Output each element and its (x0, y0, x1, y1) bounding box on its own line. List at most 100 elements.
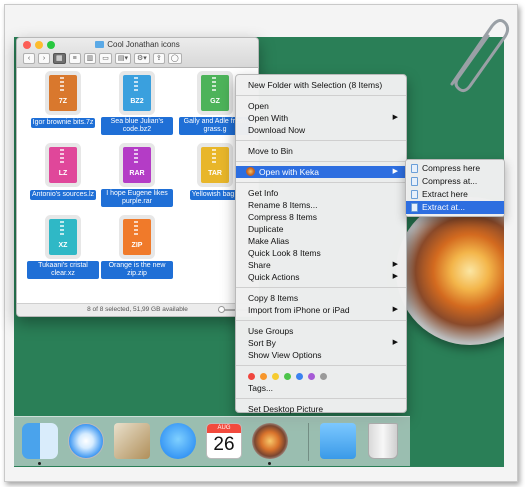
menu-label: Share (248, 260, 271, 270)
menu-item-open-with-keka[interactable]: Open with Keka ▶ (236, 166, 406, 178)
keka-wallpaper-logo (396, 197, 504, 345)
downloads-folder-icon[interactable] (320, 423, 356, 459)
file-item-lz[interactable]: LZ Antonio's sources.lz (27, 147, 99, 201)
safari-icon[interactable] (68, 423, 104, 459)
list-view-button[interactable]: ≡ (68, 53, 81, 64)
trash-icon[interactable] (368, 423, 398, 459)
file-name[interactable]: Igor brownie bits.7z (30, 118, 96, 128)
window-titlebar[interactable]: Cool Jonathan icons ‹ › ▦ ≡ ▥ ▭ ▤▾ ⚙▾ ⇪ … (17, 38, 258, 68)
menu-item-quick-look[interactable]: Quick Look 8 Items (236, 247, 406, 259)
file-ext-label: GZ (210, 98, 220, 105)
menu-item-open-with[interactable]: Open With ▶ (236, 112, 406, 124)
mail-icon[interactable] (114, 423, 150, 459)
submenu-item-compress-here[interactable]: Compress here (406, 162, 504, 175)
archive-file-icon: LZ (49, 147, 77, 183)
tag-purple[interactable] (308, 372, 315, 380)
tag-blue[interactable] (296, 372, 303, 380)
menu-item-make-alias[interactable]: Make Alias (236, 235, 406, 247)
submenu-item-compress-at[interactable]: Compress at... (406, 175, 504, 188)
menu-item-copy[interactable]: Copy 8 Items (236, 292, 406, 304)
action-gear-button[interactable]: ⚙▾ (134, 53, 150, 64)
menu-label: Download Now (248, 125, 306, 135)
gallery-view-button[interactable]: ▭ (99, 53, 112, 64)
forward-button[interactable]: › (38, 53, 50, 64)
finder-window[interactable]: Cool Jonathan icons ‹ › ▦ ≡ ▥ ▭ ▤▾ ⚙▾ ⇪ … (16, 37, 259, 317)
menu-item-move-to-bin[interactable]: Move to Bin (236, 145, 406, 157)
tag-orange[interactable] (260, 372, 267, 380)
submenu-item-extract-here[interactable]: Extract here (406, 188, 504, 201)
submenu-arrow-icon: ▶ (392, 261, 398, 268)
keka-icon[interactable] (252, 423, 288, 465)
menu-item-tags[interactable]: Tags... (236, 382, 406, 394)
messages-icon[interactable] (160, 423, 196, 459)
file-name[interactable]: Tukaani's cristal clear.xz (27, 261, 99, 279)
calendar-day: 26 (213, 434, 235, 455)
tag-red[interactable] (248, 372, 255, 380)
calendar-icon[interactable]: AUG 26 (206, 423, 242, 459)
menu-label: Open (248, 101, 269, 111)
window-title: Cool Jonathan icons (17, 40, 258, 49)
archive-file-icon: XZ (49, 219, 77, 255)
file-item-rar[interactable]: RAR I hope Eugene likes purple.rar (101, 147, 173, 208)
window-title-text: Cool Jonathan icons (107, 40, 180, 49)
menu-item-duplicate[interactable]: Duplicate (236, 223, 406, 235)
file-item-xz[interactable]: XZ Tukaani's cristal clear.xz (27, 219, 99, 280)
tag-button[interactable]: ◯ (167, 53, 182, 64)
menu-item-set-desktop-picture[interactable]: Set Desktop Picture (236, 403, 406, 415)
menu-item-use-groups[interactable]: Use Groups (236, 325, 406, 337)
menu-label: Move to Bin (248, 146, 293, 156)
menu-item-new-folder-with-selection[interactable]: New Folder with Selection (8 Items) (236, 79, 406, 91)
share-button[interactable]: ⇪ (152, 53, 165, 64)
tag-green[interactable] (284, 372, 291, 380)
file-name[interactable]: Yellowish bag.t (189, 190, 241, 200)
menu-separator (236, 182, 406, 183)
file-item-zip[interactable]: ZIP Orange is the new zip.zip (101, 219, 173, 280)
file-name[interactable]: Sea blue Julian's code.bz2 (101, 117, 173, 135)
tag-color-row (236, 370, 406, 382)
menu-item-share[interactable]: Share ▶ (236, 259, 406, 271)
column-view-button[interactable]: ▥ (83, 53, 97, 64)
calendar-month: AUG (207, 424, 241, 433)
menu-item-show-view-options[interactable]: Show View Options (236, 349, 406, 361)
file-name[interactable]: Orange is the new zip.zip (101, 261, 173, 279)
menu-label: Set Desktop Picture (248, 404, 324, 414)
paperclip-icon (450, 19, 510, 93)
menu-label: Copy 8 Items (248, 293, 299, 303)
menu-label: Show View Options (248, 350, 322, 360)
menu-item-rename[interactable]: Rename 8 Items... (236, 199, 406, 211)
menu-item-download-now[interactable]: Download Now (236, 124, 406, 136)
finder-icon[interactable] (22, 423, 58, 465)
file-ext-label: ZIP (131, 242, 143, 249)
tag-yellow[interactable] (272, 372, 279, 380)
menu-separator (236, 161, 406, 162)
file-name[interactable]: Antonio's sources.lz (29, 190, 97, 200)
finder-toolbar: ‹ › ▦ ≡ ▥ ▭ ▤▾ ⚙▾ ⇪ ◯ (23, 53, 182, 64)
icon-view-button[interactable]: ▦ (53, 53, 66, 64)
keka-submenu: Compress here Compress at... Extract her… (405, 159, 505, 217)
file-item-bz2[interactable]: BZ2 Sea blue Julian's code.bz2 (101, 75, 173, 136)
file-ext-label: RAR (129, 170, 145, 177)
file-ext-label: XZ (58, 242, 68, 249)
context-menu: New Folder with Selection (8 Items) Open… (235, 74, 407, 415)
slider-knob[interactable] (218, 306, 225, 313)
back-button[interactable]: ‹ (23, 53, 35, 64)
menu-separator (236, 287, 406, 288)
tag-gray[interactable] (320, 372, 327, 380)
menu-item-open[interactable]: Open (236, 100, 406, 112)
document-icon (411, 190, 418, 199)
menu-label: Compress 8 Items (248, 212, 317, 222)
menu-item-quick-actions[interactable]: Quick Actions ▶ (236, 271, 406, 283)
menu-item-get-info[interactable]: Get Info (236, 187, 406, 199)
menu-separator (236, 140, 406, 141)
file-grid: 7Z Igor brownie bits.7z BZ2 Sea blue Jul… (17, 69, 258, 305)
file-name[interactable]: I hope Eugene likes purple.rar (101, 189, 173, 207)
submenu-item-extract-at[interactable]: Extract at... (406, 201, 504, 214)
menu-label: New Folder with Selection (8 Items) (248, 80, 383, 90)
menu-item-compress[interactable]: Compress 8 Items (236, 211, 406, 223)
file-item-7z[interactable]: 7Z Igor brownie bits.7z (27, 75, 99, 129)
running-indicator (38, 462, 41, 465)
menu-item-import-from-iphone[interactable]: Import from iPhone or iPad ▶ (236, 304, 406, 316)
menu-item-sort-by[interactable]: Sort By ▶ (236, 337, 406, 349)
group-button[interactable]: ▤▾ (114, 53, 132, 64)
submenu-label: Extract at... (422, 202, 465, 212)
